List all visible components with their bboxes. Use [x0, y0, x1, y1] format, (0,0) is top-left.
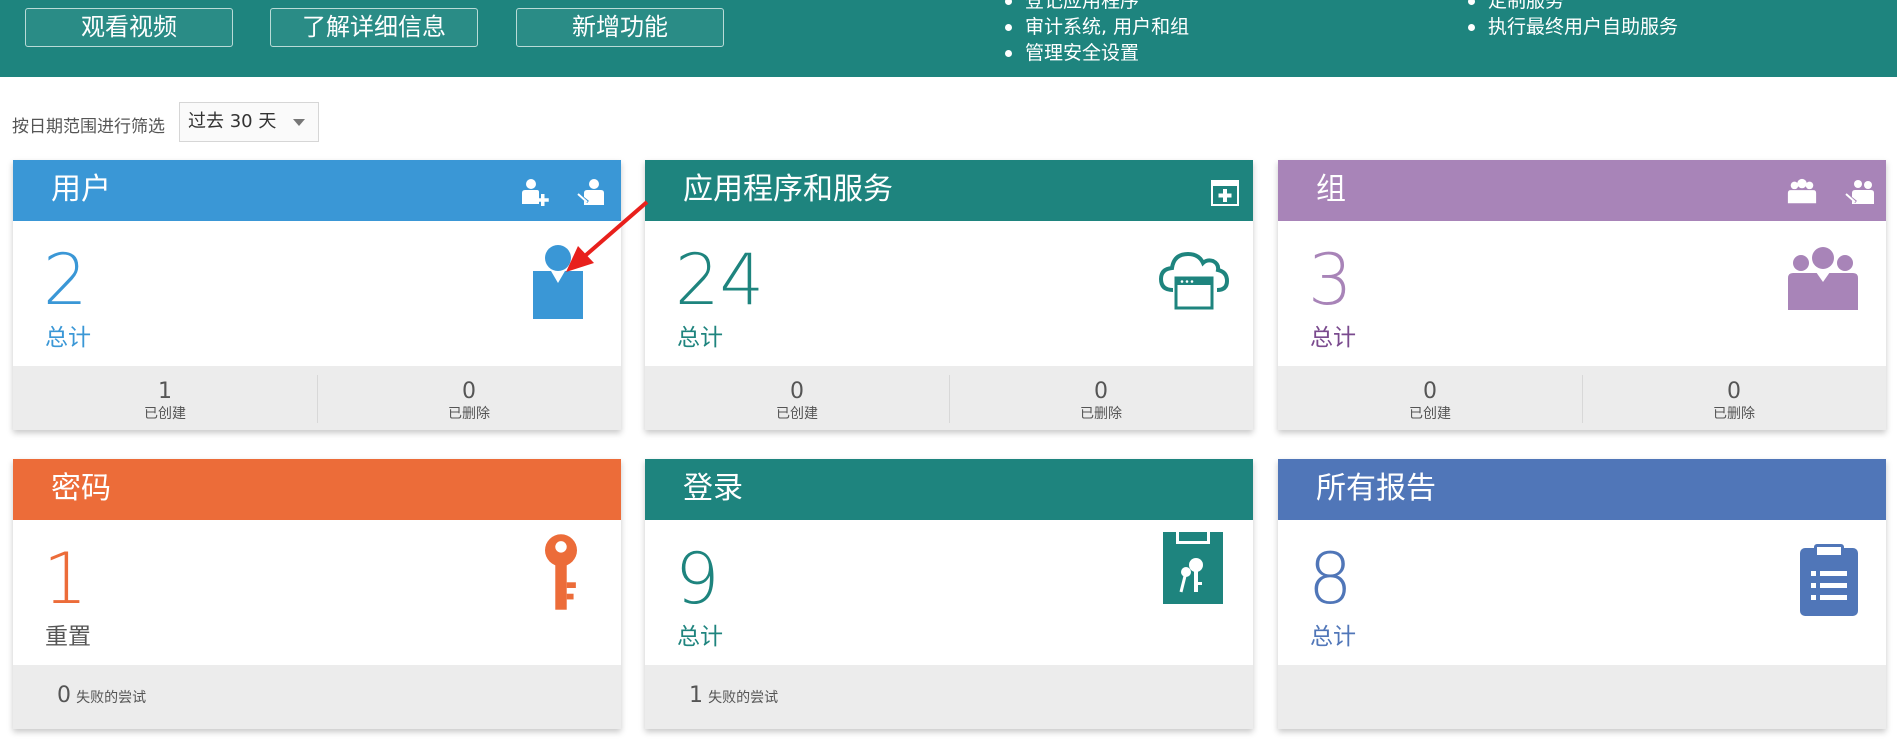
apps-card-footer: 0 已创建 0 已删除 — [645, 366, 1253, 430]
groups-created-count: 0 — [1423, 379, 1437, 404]
reports-card[interactable]: 所有报告 8 总计 — [1278, 459, 1886, 729]
logins-total-label: 总计 — [677, 624, 723, 650]
import-group-icon[interactable] — [1844, 176, 1876, 208]
reports-card-body: 8 总计 — [1278, 520, 1886, 665]
apps-created-count: 0 — [790, 379, 804, 404]
passwords-card-header: 密码 — [13, 459, 621, 520]
passwords-card-title: 密码 — [51, 471, 111, 506]
add-group-icon[interactable] — [1786, 176, 1818, 208]
cloud-app-icon — [1159, 251, 1229, 310]
users-total-label: 总计 — [45, 325, 91, 351]
groups-card-title: 组 — [1316, 172, 1346, 207]
chevron-down-icon — [293, 119, 305, 126]
apps-card-body: 24 总计 — [645, 221, 1253, 366]
users-created-count: 1 — [158, 379, 172, 404]
passwords-card[interactable]: 密码 1 重置 0 失败的尝试 — [13, 459, 621, 729]
logins-failed-stat[interactable]: 1 失败的尝试 — [689, 683, 778, 708]
groups-card-footer: 0 已创建 0 已删除 — [1278, 366, 1886, 430]
groups-created-stat[interactable]: 0 已创建 — [1278, 366, 1582, 430]
groups-total-label: 总计 — [1310, 325, 1356, 351]
top-banner: 观看视频 了解详细信息 新增功能 登记应用程序 审计系统, 用户和组 管理安全设… — [0, 0, 1897, 77]
users-deleted-stat[interactable]: 0 已删除 — [317, 366, 621, 430]
report-clipboard-icon — [1800, 544, 1858, 616]
logins-card-footer: 1 失败的尝试 — [645, 665, 1253, 729]
users-card-title: 用户 — [51, 172, 111, 207]
watch-video-button[interactable]: 观看视频 — [25, 8, 233, 47]
groups-card-body: 3 总计 — [1278, 221, 1886, 366]
apps-deleted-label: 已删除 — [1080, 406, 1122, 422]
feature-item: 管理安全设置 — [1003, 40, 1189, 66]
apps-created-label: 已创建 — [776, 406, 818, 422]
whats-new-button[interactable]: 新增功能 — [516, 8, 724, 47]
date-range-value: 过去 30 天 — [188, 111, 277, 132]
passwords-failed-count: 0 — [57, 683, 71, 708]
reports-card-footer — [1278, 665, 1886, 729]
apps-total-count: 24 — [675, 239, 765, 321]
import-user-icon[interactable] — [576, 176, 608, 208]
feature-item: 审计系统, 用户和组 — [1003, 14, 1189, 40]
users-total-count: 2 — [43, 239, 88, 321]
date-filter-label: 按日期范围进行筛选 — [12, 117, 165, 137]
apps-card-header: 应用程序和服务 — [645, 160, 1253, 221]
groups-deleted-stat[interactable]: 0 已删除 — [1582, 366, 1886, 430]
logins-failed-count: 1 — [689, 683, 703, 708]
passwords-card-body: 1 重置 — [13, 520, 621, 665]
users-deleted-label: 已删除 — [448, 406, 490, 422]
groups-deleted-label: 已删除 — [1713, 406, 1755, 422]
login-keys-icon — [1163, 532, 1223, 604]
date-range-select[interactable]: 过去 30 天 — [179, 102, 319, 142]
feature-list-left: 登记应用程序 审计系统, 用户和组 管理安全设置 — [1003, 0, 1189, 66]
passwords-failed-label: 失败的尝试 — [76, 690, 147, 706]
reports-total-count: 8 — [1308, 538, 1353, 620]
group-icon — [1788, 247, 1858, 310]
logins-failed-label: 失败的尝试 — [708, 690, 779, 706]
passwords-card-footer: 0 失败的尝试 — [13, 665, 621, 729]
logins-total-count: 9 — [675, 538, 720, 620]
apps-deleted-stat[interactable]: 0 已删除 — [949, 366, 1253, 430]
groups-created-label: 已创建 — [1409, 406, 1451, 422]
logins-card-body: 9 总计 — [645, 520, 1253, 665]
passwords-reset-label: 重置 — [45, 624, 91, 650]
feature-item: 登记应用程序 — [1003, 0, 1189, 14]
key-icon — [545, 534, 577, 610]
logins-card-header: 登录 — [645, 459, 1253, 520]
logins-card-title: 登录 — [683, 471, 743, 506]
groups-card[interactable]: 组 3 总计 0 已创建 0 已删除 — [1278, 160, 1886, 430]
groups-card-header: 组 — [1278, 160, 1886, 221]
logins-card[interactable]: 登录 9 总计 1 失败的尝试 — [645, 459, 1253, 729]
apps-card[interactable]: 应用程序和服务 24 总计 0 已创建 0 已删除 — [645, 160, 1253, 430]
apps-deleted-count: 0 — [1094, 379, 1108, 404]
apps-created-stat[interactable]: 0 已创建 — [645, 366, 949, 430]
apps-card-title: 应用程序和服务 — [683, 172, 893, 207]
users-card-header: 用户 — [13, 160, 621, 221]
reports-card-header: 所有报告 — [1278, 459, 1886, 520]
user-icon — [533, 245, 583, 319]
learn-more-button[interactable]: 了解详细信息 — [270, 8, 478, 47]
users-created-stat[interactable]: 1 已创建 — [13, 366, 317, 430]
users-card-footer: 1 已创建 0 已删除 — [13, 366, 621, 430]
groups-deleted-count: 0 — [1727, 379, 1741, 404]
users-deleted-count: 0 — [462, 379, 476, 404]
groups-total-count: 3 — [1308, 239, 1353, 321]
feature-list-right: 定制服务 执行最终用户自助服务 — [1466, 0, 1678, 40]
add-app-icon[interactable] — [1211, 180, 1239, 206]
users-card[interactable]: 用户 2 总计 1 已创建 0 已删除 — [13, 160, 621, 430]
reports-card-title: 所有报告 — [1316, 471, 1436, 506]
feature-item: 定制服务 — [1466, 0, 1678, 14]
apps-total-label: 总计 — [677, 325, 723, 351]
reports-total-label: 总计 — [1310, 624, 1356, 650]
passwords-failed-stat[interactable]: 0 失败的尝试 — [57, 683, 146, 708]
add-user-icon[interactable] — [519, 176, 551, 208]
feature-item: 执行最终用户自助服务 — [1466, 14, 1678, 40]
users-created-label: 已创建 — [144, 406, 186, 422]
passwords-total-count: 1 — [43, 538, 88, 620]
users-card-body: 2 总计 — [13, 221, 621, 366]
